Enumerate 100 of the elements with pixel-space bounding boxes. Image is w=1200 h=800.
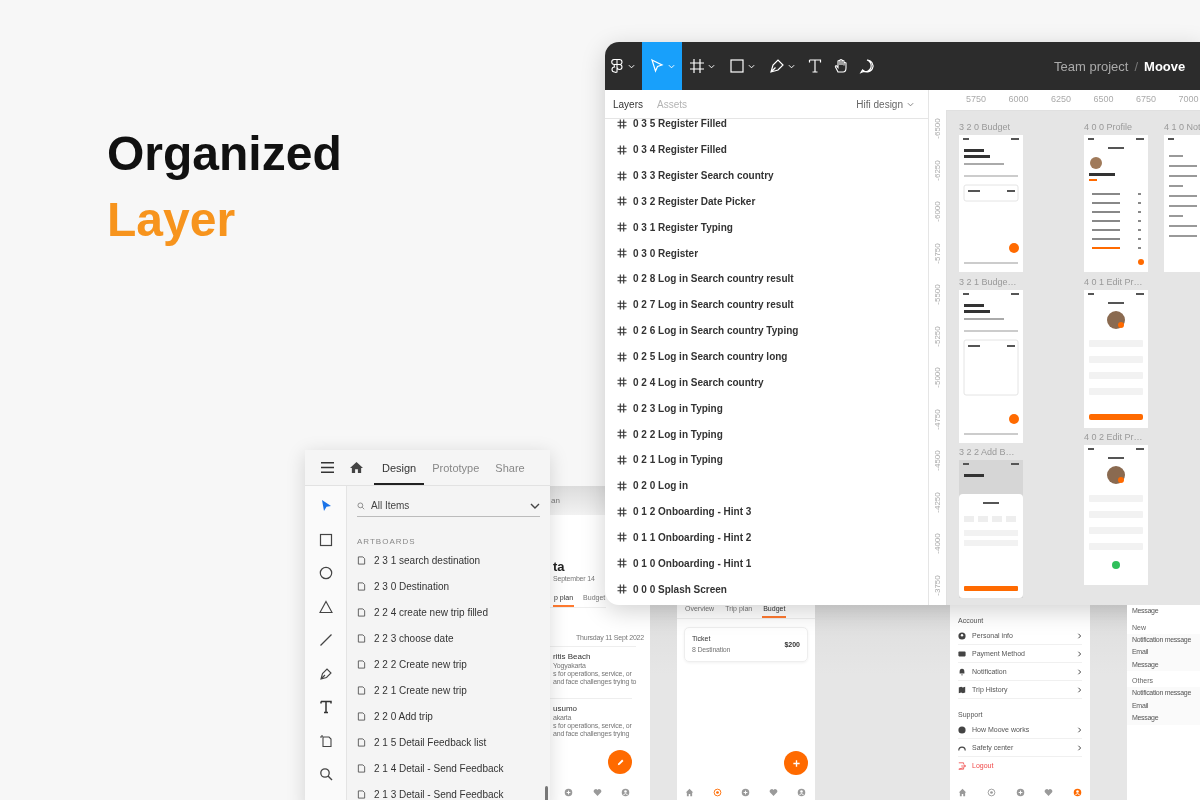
breadcrumb-separator: /: [1134, 58, 1139, 74]
pen-tool-icon[interactable]: [318, 666, 333, 681]
artboard-list-item[interactable]: 2 2 0 Add trip: [357, 703, 540, 729]
menu-icon[interactable]: [320, 461, 335, 474]
search-icon: [357, 501, 365, 510]
frame-icon: [617, 118, 627, 129]
page-icon: [357, 607, 366, 617]
edit-button[interactable]: [608, 750, 632, 774]
map-icon: [958, 685, 966, 694]
chevron-icon: [1077, 650, 1082, 657]
user-icon[interactable]: [1073, 788, 1082, 797]
line-tool-icon[interactable]: [318, 633, 333, 647]
layer-row[interactable]: 0 2 2 Log in Typing: [605, 421, 928, 447]
hand-tool-icon: [833, 58, 849, 74]
artboard-list-item[interactable]: 2 3 0 Destination: [357, 573, 540, 599]
file-name[interactable]: Moove: [1144, 58, 1186, 74]
layer-row[interactable]: 0 3 5 Register Filled: [605, 111, 928, 137]
ruler-label: -6500: [932, 117, 942, 141]
ruler-label: 6500: [1093, 94, 1114, 104]
ruler-label: -4750: [932, 407, 942, 432]
rectangle-tool-icon[interactable]: [318, 532, 333, 547]
layer-row[interactable]: 0 1 0 Onboarding - Hint 1: [605, 550, 928, 577]
frame-icon: [617, 144, 627, 155]
plus-circle-icon[interactable]: [1015, 788, 1025, 797]
caret-icon: [788, 63, 795, 69]
bell-icon: [958, 667, 966, 676]
artboard-list-item[interactable]: 2 3 1 search destination: [357, 547, 540, 573]
panel-tab[interactable]: Layers: [613, 98, 643, 110]
caret-icon: [708, 63, 715, 69]
layer-row[interactable]: 0 2 5 Log in Search country long: [605, 343, 928, 370]
frame-icon: [617, 274, 627, 284]
text-tool-icon[interactable]: [318, 700, 333, 714]
user-icon[interactable]: [621, 788, 630, 797]
frame-icon: [617, 480, 627, 491]
layer-row[interactable]: 0 2 6 Log in Search country Typing: [605, 317, 928, 344]
logout-icon: [958, 761, 966, 770]
frame-icon: [617, 351, 627, 362]
frame-icon: [617, 377, 627, 388]
layer-row[interactable]: 0 2 1 Log in Typing: [605, 446, 928, 473]
ruler-label: -4500: [932, 449, 942, 473]
artboard-list-item[interactable]: 2 2 4 create new trip filled: [357, 599, 540, 625]
page-icon: [357, 581, 366, 591]
artboard-list-item[interactable]: 2 2 1 Create new trip: [357, 677, 540, 703]
target-icon[interactable]: [713, 788, 722, 797]
target-icon[interactable]: [986, 788, 996, 797]
section-label: ARTBOARDS: [357, 537, 417, 546]
ruler-label: 6250: [1051, 94, 1072, 104]
zoom-tool-icon[interactable]: [318, 767, 333, 781]
headline-accent: Layer: [107, 192, 237, 248]
artboard-list-item[interactable]: 2 2 2 Create new trip: [357, 651, 540, 677]
layer-row[interactable]: 0 2 7 Log in Search country result: [605, 291, 928, 318]
ellipse-tool-icon[interactable]: [318, 566, 333, 580]
home-icon[interactable]: [349, 461, 364, 474]
layer-row[interactable]: 0 3 2 Register Date Picker: [605, 188, 928, 215]
artboard-list-item[interactable]: 2 2 3 choose date: [357, 625, 540, 651]
ruler-label: -5250: [932, 324, 942, 349]
ruler-label: 7000: [1178, 94, 1199, 104]
layer-row[interactable]: 0 2 8 Log in Search country result: [605, 266, 928, 292]
add-button[interactable]: [784, 751, 808, 775]
heart-icon[interactable]: [592, 788, 602, 797]
layer-row[interactable]: 0 1 1 Onboarding - Hint 2: [605, 524, 928, 551]
page-icon: [357, 659, 366, 669]
place-name: usumo: [553, 704, 577, 714]
text-tool-icon: [807, 58, 823, 74]
frame-icon: [617, 558, 627, 569]
project-name[interactable]: Team project: [1054, 58, 1129, 74]
filter-dropdown[interactable]: All Items: [357, 498, 540, 517]
layer-row[interactable]: 0 2 0 Log in: [605, 472, 928, 499]
artboard-list-item[interactable]: 2 1 3 Detail - Send Feedback: [357, 781, 540, 800]
ruler-label: 6000: [1008, 94, 1029, 104]
heart-icon[interactable]: [1044, 788, 1054, 797]
page-dropdown[interactable]: Hifi design: [856, 98, 914, 110]
chevron-icon: [1077, 632, 1082, 639]
layer-row[interactable]: 0 1 2 Onboarding - Hint 3: [605, 498, 928, 525]
layer-row[interactable]: 0 2 4 Log in Search country: [605, 369, 928, 396]
mode-tab[interactable]: Design: [374, 451, 425, 485]
layer-row[interactable]: 0 2 3 Log in Typing: [605, 395, 928, 422]
pencil-icon: [615, 757, 625, 767]
ruler-label: -5750: [932, 241, 942, 266]
layer-row[interactable]: 0 3 4 Register Filled: [605, 136, 928, 163]
heart-icon[interactable]: [769, 788, 778, 797]
artboard-list-item[interactable]: 2 1 5 Detail Feedback list: [357, 729, 540, 755]
user-icon[interactable]: [797, 788, 806, 797]
artboard-tool-icon[interactable]: [318, 733, 333, 748]
triangle-tool-icon[interactable]: [318, 599, 333, 614]
plus-circle-icon[interactable]: [564, 788, 573, 797]
logo-icon: [609, 58, 625, 74]
layer-row[interactable]: 0 0 0 Splash Screen: [605, 576, 928, 603]
layer-row[interactable]: 0 3 1 Register Typing: [605, 214, 928, 241]
artboard-list-item[interactable]: 2 1 4 Detail - Send Feedback: [357, 755, 540, 781]
page-icon: [357, 737, 366, 747]
layer-row[interactable]: 0 3 0 Register: [605, 240, 928, 267]
ruler-label: -5000: [932, 366, 942, 390]
plus-circle-icon[interactable]: [741, 788, 750, 797]
user-icon: [958, 631, 966, 640]
frame-icon: [617, 532, 627, 543]
chevron-down-icon: [907, 101, 914, 107]
frame-icon: [617, 248, 627, 259]
layer-row[interactable]: 0 3 3 Register Search country: [605, 162, 928, 189]
ruler-label: -5500: [932, 283, 942, 307]
